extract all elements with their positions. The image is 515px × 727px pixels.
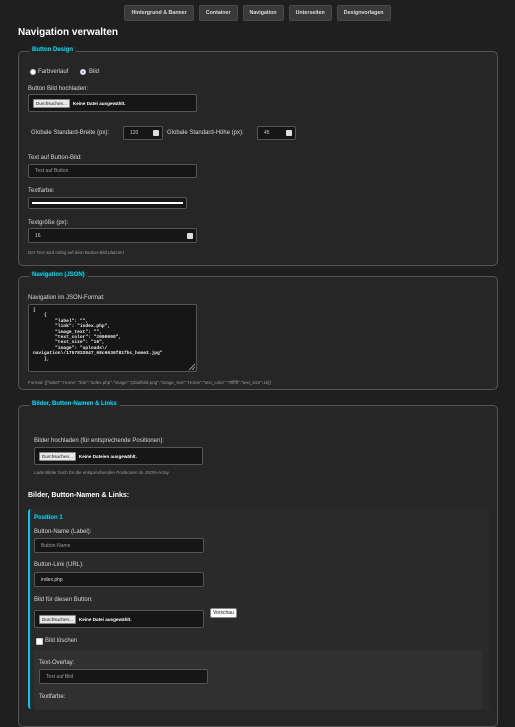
button-image-file-input-pos1[interactable]: Durchsuchen... Keine Datei ausgewählt.	[34, 610, 204, 628]
width-spinner-icon[interactable]	[153, 130, 159, 136]
tab-container[interactable]: Container	[198, 5, 238, 21]
images-file-status: Keine Dateien ausgewählt.	[78, 453, 137, 459]
text-size-hint: Der Text wird mittig auf dem Button-Bild…	[28, 250, 124, 255]
tab-hintergrund-banner[interactable]: Hintergrund & Banner	[124, 5, 194, 21]
tab-designvorlagen[interactable]: Designvorlagen	[336, 5, 391, 21]
button-text-placeholder: Text auf Button	[35, 168, 69, 174]
text-size-value: 16	[35, 232, 41, 239]
height-input[interactable]: 45	[257, 126, 296, 140]
resize-grip-icon[interactable]	[187, 362, 196, 371]
radio-image-label: Bild	[89, 69, 100, 75]
text-color-picker[interactable]	[28, 197, 187, 209]
top-tabs: Hintergrund & Banner Container Navigatio…	[0, 5, 515, 21]
preview-button[interactable]: Vorschau	[210, 608, 237, 618]
overlay-placeholder: Text auf Bild	[46, 673, 74, 680]
width-label: Globale Standard-Breite (px):	[31, 130, 110, 136]
navigation-format-hint: Format: [{"label":"Home","link":"index.p…	[28, 380, 271, 385]
radio-image[interactable]	[80, 69, 86, 75]
button-link-label: Button-Link (URL):	[34, 562, 84, 568]
images-file-input[interactable]: Durchsuchen... Keine Dateien ausgewählt.	[34, 447, 203, 465]
radio-gradient[interactable]	[30, 69, 36, 75]
button-image-label: Bild für diesen Button:	[34, 597, 93, 603]
images-upload-label: Bilder hochladen (für entsprechende Posi…	[34, 438, 165, 444]
radio-gradient-label: Farbverlauf	[38, 69, 69, 75]
button-text-input[interactable]: Text auf Button	[28, 164, 197, 178]
text-color-label: Textfarbe:	[28, 188, 55, 194]
overlay-label: Text-Overlay:	[39, 660, 75, 666]
navigation-json-textarea[interactable]	[28, 304, 197, 372]
images-heading: Bilder, Button-Namen & Links:	[28, 492, 130, 499]
navigation-json-label: Navigation im JSON-Format:	[28, 295, 105, 301]
images-upload-hint: Lade Bilder hoch für die entsprechenden …	[34, 470, 169, 475]
tab-navigation[interactable]: Navigation	[242, 5, 284, 21]
delete-image-checkbox[interactable]	[36, 638, 43, 645]
height-label: Globale Standard-Höhe (px):	[167, 130, 244, 136]
height-spinner-icon[interactable]	[286, 130, 292, 136]
overlay-text-input[interactable]: Text auf Bild	[39, 669, 208, 684]
text-size-label: Textgröße (px):	[28, 220, 69, 226]
file-status: Keine Datei ausgewählt.	[72, 100, 126, 106]
button-name-placeholder: Button-Name	[41, 542, 71, 549]
navigation-json-legend: Navigation (JSON)	[29, 272, 88, 278]
button-link-input[interactable]: index.php	[34, 572, 204, 587]
delete-image-label: Bild löschen	[45, 638, 78, 644]
text-color-swatch	[32, 202, 183, 204]
button-image-file-input[interactable]: Durchsuchen... Keine Datei ausgewählt.	[28, 94, 197, 112]
text-size-spinner-icon[interactable]	[187, 232, 193, 239]
width-value: 120	[130, 130, 139, 136]
button-design-legend: Button Design	[29, 47, 76, 53]
button-image-upload-label: Button Bild hochladen:	[28, 86, 89, 92]
page-title: Navigation verwalten	[18, 27, 119, 38]
button-name-label: Button-Name (Label):	[34, 529, 92, 535]
images-browse-button[interactable]: Durchsuchen...	[39, 451, 76, 461]
button-text-label: Text auf Button-Bild:	[28, 155, 82, 161]
text-size-input[interactable]: 16	[28, 228, 197, 243]
height-value: 45	[264, 130, 270, 136]
overlay-color-label: Textfarbe:	[39, 694, 66, 700]
browse-button[interactable]: Durchsuchen...	[33, 98, 70, 108]
button-link-value: index.php	[41, 576, 63, 583]
width-input[interactable]: 120	[123, 126, 163, 140]
pos1-file-status: Keine Datei ausgewählt.	[78, 616, 132, 622]
position-title: Position 1	[34, 515, 63, 521]
images-section-legend: Bilder, Button-Namen & Links	[29, 401, 120, 407]
pos1-browse-button[interactable]: Durchsuchen...	[39, 614, 76, 624]
button-name-input[interactable]: Button-Name	[34, 538, 204, 553]
tab-unterseiten[interactable]: Unterseiten	[288, 5, 332, 21]
